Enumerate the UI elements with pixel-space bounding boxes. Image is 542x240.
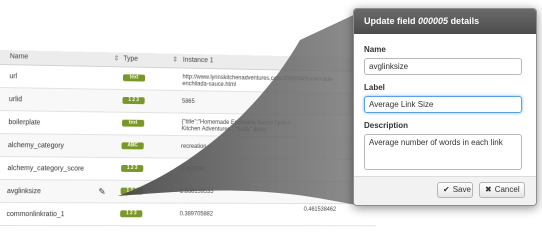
table-row[interactable]: commonlinkratio_1 1 2 3 0.389705882 0.46… [0, 203, 378, 227]
name-input[interactable] [364, 58, 522, 75]
field-name: avglinksize [6, 188, 41, 196]
dialog-title-id: 000005 [418, 16, 449, 26]
dialog-title-prefix: Update field [364, 16, 419, 26]
instance-value: 0.389705882 [179, 211, 213, 218]
type-badge: 1 2 3 [120, 187, 143, 195]
label-input[interactable] [364, 96, 522, 113]
dialog-footer: ✔ Save ✖ Cancel [354, 176, 536, 205]
description-textarea[interactable]: Average number of words in each link [364, 134, 522, 170]
field-name: alchemy_category_score [7, 165, 85, 173]
instance-value: {"title":"Homemade Enchilada Sauce Lynn … [181, 119, 291, 134]
instance-value: 5865 [181, 98, 195, 105]
dialog-title-suffix: details [448, 16, 480, 26]
save-button[interactable]: ✔ Save [437, 182, 473, 198]
field-name: commonlinkratio_1 [6, 211, 65, 219]
instance-value: 0.443906 [180, 166, 205, 173]
instance-value: http://www.lynnskitchenadventures.com/20… [182, 74, 335, 89]
check-icon: ✔ [443, 185, 450, 194]
description-label: Description [364, 121, 409, 130]
dialog-title: Update field 000005 details [354, 9, 536, 34]
label-label: Label [364, 83, 385, 92]
field-name: url [9, 73, 18, 81]
update-field-dialog: Update field 000005 details Name Label D… [353, 8, 537, 206]
cancel-button[interactable]: ✖ Cancel [479, 182, 525, 198]
sort-arrows-icon[interactable]: ⇕ [172, 56, 178, 64]
instance-value: 2.558139535 [180, 188, 214, 195]
column-header-type[interactable]: Type [123, 56, 138, 63]
table-row[interactable]: alchemy_category_score 1 2 3 0.443906 [0, 157, 379, 183]
type-badge: ABC [121, 142, 144, 150]
field-name: urlid [8, 96, 23, 104]
column-header-name[interactable]: Name [10, 53, 29, 60]
type-badge: 1 2 3 [122, 96, 145, 105]
table-row[interactable]: alchemy_category ABC recreation [0, 133, 379, 161]
column-header-instance[interactable]: Instance 1 [183, 57, 214, 64]
cancel-label: Cancel [494, 185, 520, 194]
field-name: boilerplate [8, 119, 41, 127]
type-badge: 1 2 3 [120, 210, 143, 218]
name-label: Name [364, 45, 386, 54]
x-icon: ✖ [485, 185, 492, 194]
field-name: alchemy_category [7, 142, 65, 150]
type-badge: text [121, 119, 145, 127]
pencil-icon[interactable]: ✎ [98, 187, 106, 198]
type-badge: text [122, 74, 146, 82]
save-label: Save [452, 185, 471, 194]
table-row[interactable]: avglinksize ✎ 1 2 3 2.558139535 [0, 180, 378, 205]
type-badge: 1 2 3 [121, 164, 144, 173]
instance-value: recreation [180, 143, 207, 151]
sort-arrows-icon[interactable]: ⇕ [114, 54, 120, 62]
instance-2-value: 0.461538462 [303, 206, 337, 213]
data-grid: Name ⇕ Type ⇕ Instance 1 url text http:/… [0, 50, 381, 235]
